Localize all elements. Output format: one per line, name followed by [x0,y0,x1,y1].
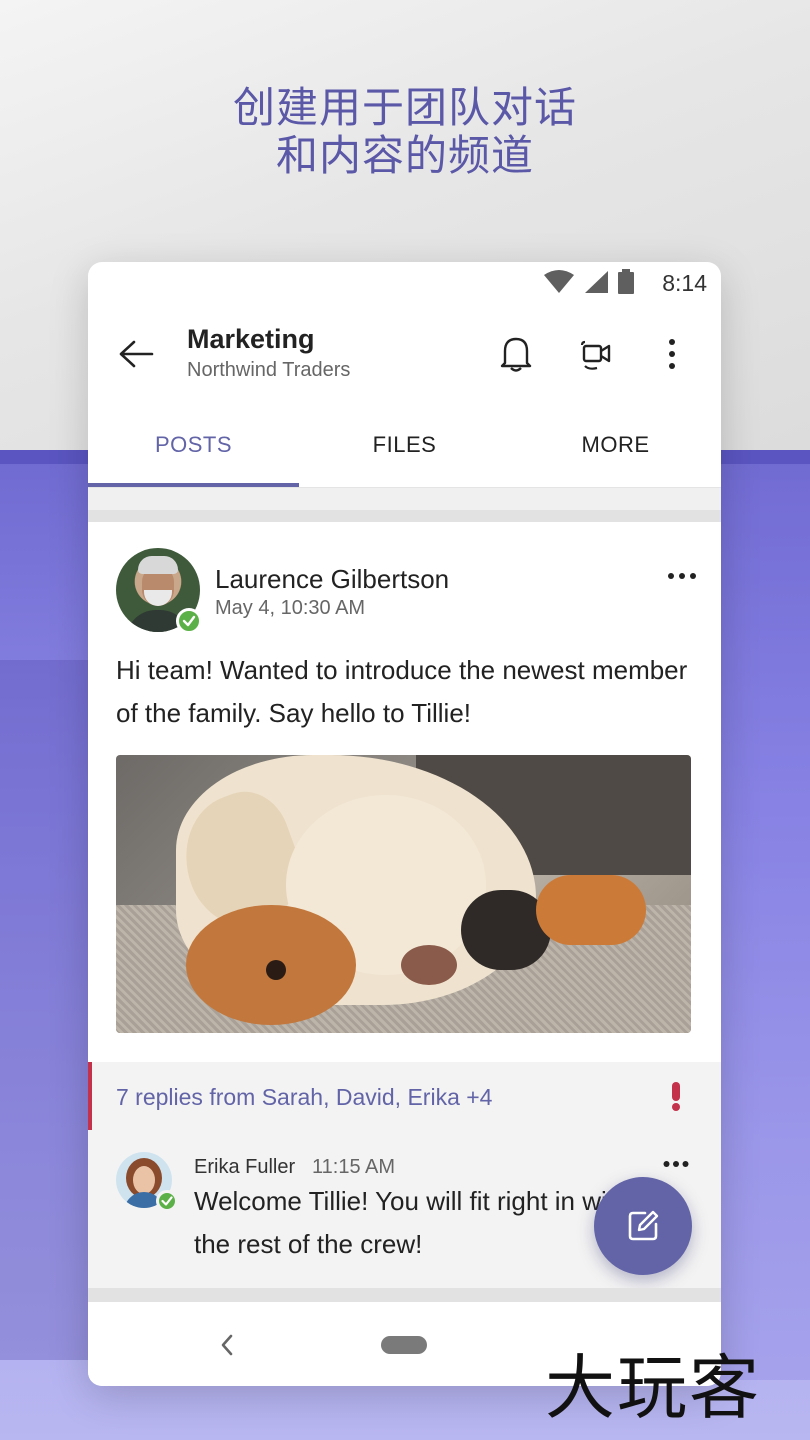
channel-tabs: POSTS FILES MORE [88,402,721,488]
presence-available-icon [156,1190,178,1212]
more-options-button[interactable] [650,332,694,376]
nav-home-button[interactable] [381,1336,427,1354]
reply-body: Welcome Tillie! You will fit right in wi… [194,1186,629,1259]
wifi-icon [543,269,575,299]
team-subtitle: Northwind Traders [187,359,351,381]
status-bar: 8:14 [88,262,721,306]
notifications-button[interactable] [494,332,538,376]
author-avatar[interactable] [116,548,202,634]
reply-more-button[interactable] [656,1154,696,1174]
tab-files[interactable]: FILES [299,402,510,488]
back-arrow-icon [119,340,154,368]
status-icons [543,268,635,299]
post-more-button[interactable] [662,564,702,588]
reply-author[interactable]: Erika Fuller [194,1156,295,1179]
channel-title: Marketing [187,324,315,354]
more-horizontal-icon [663,1161,689,1167]
chevron-left-icon [221,1334,233,1356]
replies-summary-link[interactable]: 7 replies from Sarah, David, Erika +4 [116,1084,492,1111]
feed-bottom-separator [88,1288,721,1302]
status-time: 8:14 [662,270,707,296]
post-author[interactable]: Laurence Gilbertson [215,564,449,595]
tab-more[interactable]: MORE [510,402,721,488]
headline-line-2: 和内容的频道 [275,131,534,180]
feed-separator [88,488,721,522]
tab-posts[interactable]: POSTS [88,402,299,488]
headline-line-1: 创建用于团队对话 [232,83,577,132]
phone-screen: 8:14 Marketing Northwind Traders POSTS F… [88,262,721,1386]
channel-post: Laurence Gilbertson May 4, 10:30 AM Hi t… [88,522,721,1062]
compose-icon [628,1210,659,1241]
more-vertical-icon [669,339,675,369]
background-shade-left [0,660,90,1360]
meet-now-button[interactable] [574,332,618,376]
new-post-button[interactable] [594,1177,692,1275]
promo-headline: 创建用于团队对话 和内容的频道 [0,84,810,180]
post-image-dog[interactable] [116,755,691,1033]
channel-header: Marketing Northwind Traders [88,306,721,402]
important-marker [88,1062,92,1130]
post-timestamp: May 4, 10:30 AM [215,597,366,619]
battery-icon [617,268,635,300]
back-button[interactable] [116,334,156,374]
nav-back-button[interactable] [212,1330,242,1360]
more-horizontal-icon [668,573,696,579]
reply-time: 11:15 AM [312,1156,396,1178]
signal-icon [583,270,609,299]
post-body: Hi team! Wanted to introduce the newest … [116,655,688,728]
bell-icon [500,337,532,372]
presence-available-icon [176,608,202,634]
active-tab-indicator [88,483,299,487]
background-shade-right [720,480,810,1380]
watermark-logo: 大玩客 [545,1347,761,1429]
exclamation-icon [666,1080,686,1112]
reply-author-avatar[interactable] [116,1152,178,1212]
meet-now-icon [580,340,611,370]
